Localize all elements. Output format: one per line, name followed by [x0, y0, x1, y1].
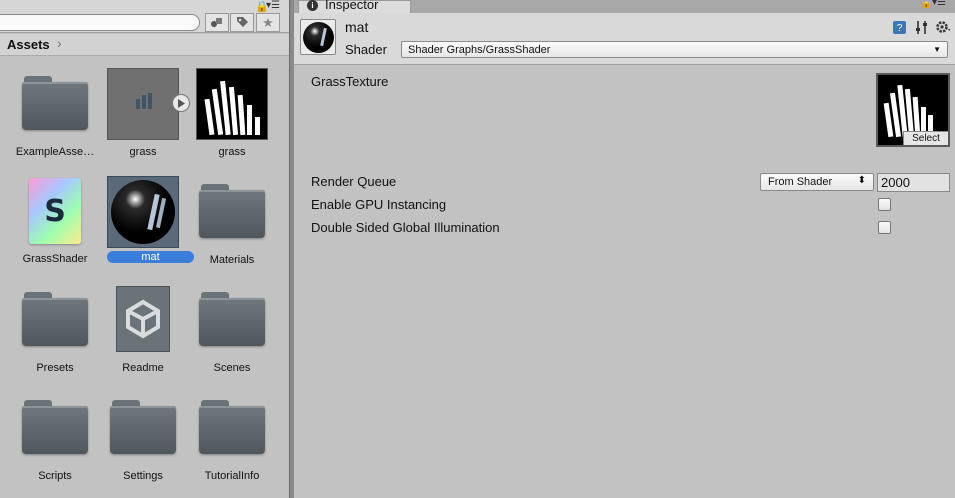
texture-asset-icon	[107, 68, 179, 140]
asset-item[interactable]: Readme	[98, 286, 188, 374]
panel-menu-icon[interactable]: ▾☰	[932, 0, 946, 8]
asset-label: Scenes	[213, 362, 251, 374]
tab-inspector[interactable]: i Inspector	[298, 0, 411, 13]
unity-logo-icon	[116, 286, 170, 352]
info-icon: i	[307, 0, 318, 11]
shader-graph-icon: S	[29, 178, 81, 244]
project-toolbar: 🔒 ▾☰ ★	[0, 0, 289, 33]
asset-item[interactable]: grass	[187, 68, 277, 158]
asset-label: ExampleAsse…	[15, 146, 95, 158]
grass-texture-label: GrassTexture	[311, 74, 389, 89]
asset-label: grass	[218, 146, 246, 158]
material-preview-icon	[300, 19, 336, 55]
folder-icon	[22, 292, 88, 346]
inspector-panel: i Inspector 🔒 ▾☰ mat Shader Shader Graph…	[294, 0, 955, 498]
breadcrumb: Assets ›	[0, 34, 289, 56]
double-sided-gi-checkbox[interactable]	[878, 221, 891, 234]
asset-label: Presets	[36, 362, 74, 374]
material-icon	[107, 176, 179, 248]
folder-icon	[199, 292, 265, 346]
folder-icon	[199, 184, 265, 238]
shader-dropdown[interactable]: Shader Graphs/GrassShader ▼	[401, 41, 948, 58]
grass-texture-slot[interactable]: Select	[876, 73, 950, 147]
svg-text:?: ?	[897, 23, 903, 34]
asset-label: Settings	[123, 470, 163, 482]
render-queue-label: Render Queue	[311, 174, 397, 189]
folder-icon	[110, 400, 176, 454]
asset-label: Scripts	[38, 470, 72, 482]
gpu-instancing-checkbox[interactable]	[878, 198, 891, 211]
preset-sliders-icon[interactable]	[914, 20, 929, 38]
render-queue-dropdown[interactable]: From Shader ⬍	[760, 173, 874, 191]
asset-label: grass	[129, 146, 157, 158]
favorites-button[interactable]: ★	[256, 13, 280, 32]
asset-item[interactable]: S GrassShader	[10, 178, 100, 265]
asset-label: Readme	[122, 362, 164, 374]
filter-by-label-button[interactable]	[230, 13, 254, 32]
lock-icon[interactable]: 🔒	[920, 0, 932, 9]
texture-icon	[196, 68, 268, 140]
asset-item[interactable]: Presets	[10, 292, 100, 374]
asset-label-selected: mat	[107, 251, 194, 263]
folder-icon	[22, 76, 88, 130]
asset-label: TutorialInfo	[204, 470, 260, 482]
panel-menu-icon[interactable]: ▾☰	[266, 0, 280, 11]
shader-dropdown-value: Shader Graphs/GrassShader	[408, 44, 551, 56]
render-queue-mode: From Shader	[768, 176, 833, 188]
search-input[interactable]	[0, 14, 200, 31]
asset-label: GrassShader	[22, 253, 88, 265]
asset-item[interactable]: mat	[98, 176, 194, 263]
shader-label: Shader	[345, 42, 387, 57]
updown-caret-icon: ⬍	[857, 175, 866, 186]
asset-item[interactable]: ExampleAsse…	[10, 76, 100, 158]
chevron-right-icon: ›	[57, 35, 62, 51]
asset-item[interactable]: Materials	[187, 184, 277, 266]
texture-select-button[interactable]: Select	[903, 131, 948, 145]
render-queue-input[interactable]	[877, 173, 950, 192]
folder-icon	[22, 400, 88, 454]
gear-icon[interactable]	[935, 20, 951, 38]
gpu-instancing-label: Enable GPU Instancing	[311, 197, 447, 212]
shader-letter: S	[44, 193, 66, 229]
help-book-icon[interactable]: ?	[892, 20, 907, 38]
project-panel: 🔒 ▾☰ ★ Assets › ExampleAsse… grass grass…	[0, 0, 289, 498]
breadcrumb-assets[interactable]: Assets	[7, 37, 50, 52]
inspector-tab-bar: i Inspector 🔒 ▾☰	[294, 0, 955, 13]
tag-icon	[236, 17, 248, 27]
tab-inspector-label: Inspector	[325, 0, 379, 12]
asset-item[interactable]: Settings	[98, 400, 188, 482]
filter-type-icon	[211, 17, 222, 27]
folder-icon	[199, 400, 265, 454]
asset-item[interactable]: Scripts	[10, 400, 100, 482]
star-icon: ★	[262, 14, 274, 30]
double-sided-gi-label: Double Sided Global Illumination	[311, 220, 500, 235]
asset-item[interactable]: grass	[98, 68, 190, 158]
asset-item[interactable]: Scenes	[187, 292, 277, 374]
asset-item[interactable]: TutorialInfo	[187, 400, 277, 482]
dropdown-caret-icon: ▼	[933, 45, 941, 54]
filter-by-type-button[interactable]	[205, 13, 229, 32]
asset-label: Materials	[209, 254, 255, 266]
object-name: mat	[345, 19, 369, 35]
inspector-header: mat Shader Shader Graphs/GrassShader ▼ ?	[294, 13, 955, 65]
